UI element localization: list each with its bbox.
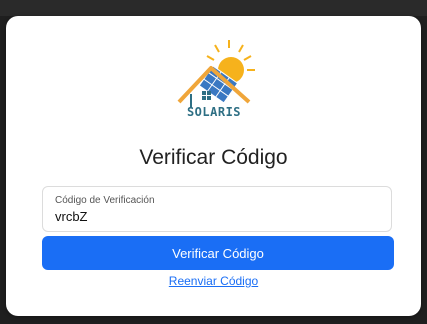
verification-code-value[interactable]: vrcbZ <box>55 209 88 224</box>
verification-code-input[interactable]: Código de Verificación vrcbZ <box>42 186 392 232</box>
verification-card: SOLARIS Verificar Código Código de Verif… <box>6 16 421 316</box>
brand-name: SOLARIS <box>186 105 242 119</box>
resend-code-link[interactable]: Reenviar Código <box>6 274 421 288</box>
verify-code-button[interactable]: Verificar Código <box>42 236 394 270</box>
verification-code-label: Código de Verificación <box>55 195 155 206</box>
page-title: Verificar Código <box>139 146 288 169</box>
window-top-strip <box>0 0 427 16</box>
